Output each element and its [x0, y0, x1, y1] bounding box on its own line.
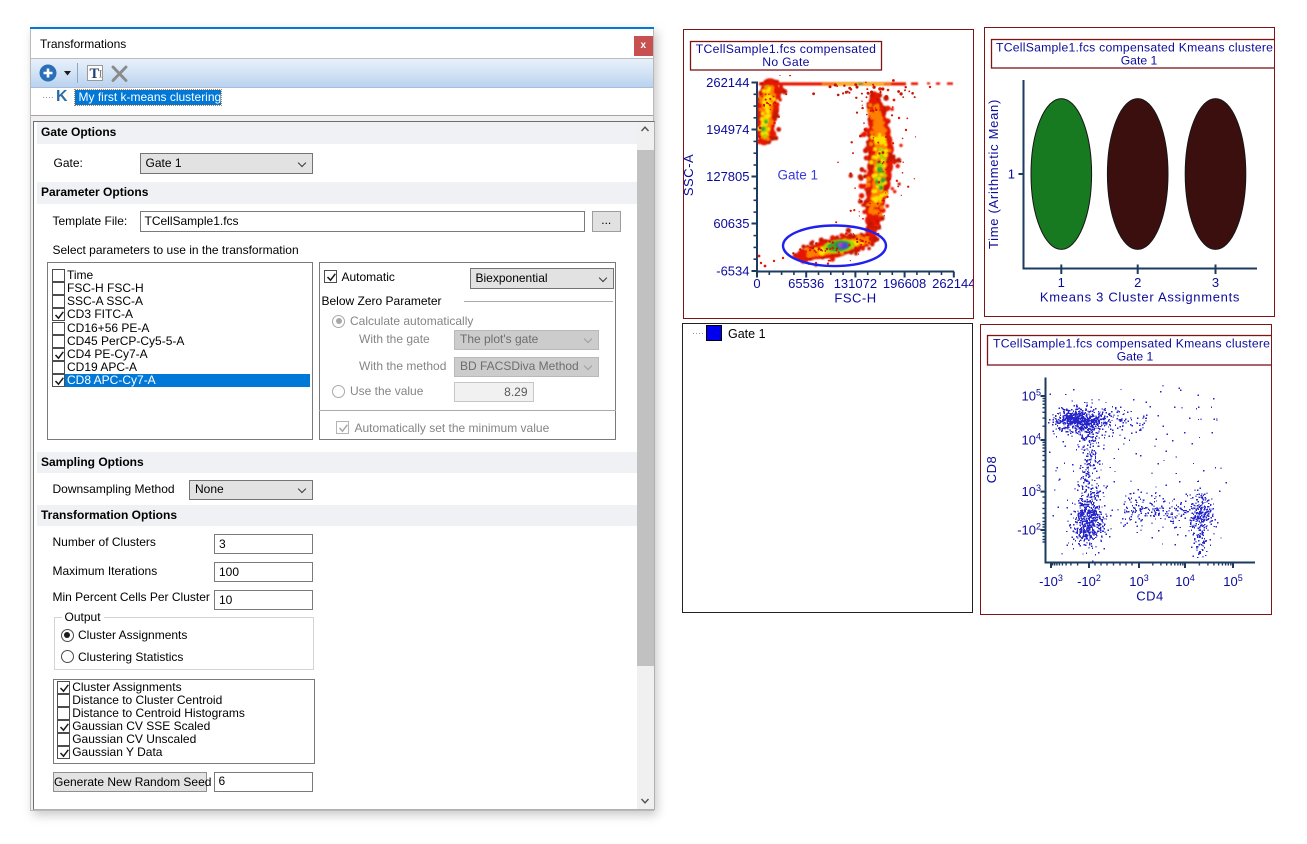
- svg-text:0: 0: [753, 276, 760, 291]
- svg-text:-102: -102: [1017, 522, 1041, 538]
- svg-text:Gate 1: Gate 1: [778, 168, 819, 183]
- svg-text:194974: 194974: [706, 122, 749, 137]
- svg-text:Gate 1: Gate 1: [1121, 54, 1158, 68]
- svg-text:2: 2: [1134, 275, 1141, 290]
- svg-text:TCellSample1.fcs compensated K: TCellSample1.fcs compensated Kmeans clus…: [996, 41, 1273, 55]
- svg-text:105: 105: [1022, 388, 1041, 404]
- svg-text:Gate 1: Gate 1: [1117, 350, 1154, 364]
- svg-text:Kmeans 3 Cluster Assignments: Kmeans 3 Cluster Assignments: [1040, 290, 1240, 305]
- svg-text:CD8: CD8: [984, 456, 999, 484]
- svg-text:262144: 262144: [932, 276, 973, 291]
- svg-text:-6534: -6534: [716, 264, 749, 279]
- svg-text:Time (Arithmetic Mean): Time (Arithmetic Mean): [986, 99, 1001, 249]
- svg-text:60635: 60635: [713, 216, 749, 231]
- svg-text:FSC-H: FSC-H: [834, 291, 876, 306]
- svg-text:1: 1: [1058, 275, 1065, 290]
- svg-text:103: 103: [1129, 573, 1148, 589]
- svg-text:105: 105: [1223, 573, 1242, 589]
- svg-text:TCellSample1.fcs compensated K: TCellSample1.fcs compensated Kmeans clus…: [993, 337, 1270, 351]
- svg-text:262144: 262144: [706, 75, 749, 90]
- svg-text:-103: -103: [1039, 573, 1063, 589]
- svg-text:No Gate: No Gate: [762, 55, 810, 69]
- svg-text:196608: 196608: [883, 276, 926, 291]
- svg-text:TCellSample1.fcs compensated: TCellSample1.fcs compensated: [696, 42, 876, 56]
- svg-text:1: 1: [1008, 167, 1015, 182]
- svg-text:131072: 131072: [834, 276, 877, 291]
- svg-text:-102: -102: [1077, 573, 1101, 589]
- svg-text:127805: 127805: [706, 169, 749, 184]
- svg-text:104: 104: [1175, 573, 1194, 589]
- svg-text:65536: 65536: [788, 276, 824, 291]
- svg-text:SSC-A: SSC-A: [684, 154, 696, 196]
- svg-text:CD4: CD4: [1136, 589, 1164, 604]
- svg-text:I: I: [99, 67, 103, 81]
- svg-text:3: 3: [1212, 275, 1219, 290]
- svg-text:104: 104: [1022, 432, 1041, 448]
- svg-text:103: 103: [1022, 483, 1041, 499]
